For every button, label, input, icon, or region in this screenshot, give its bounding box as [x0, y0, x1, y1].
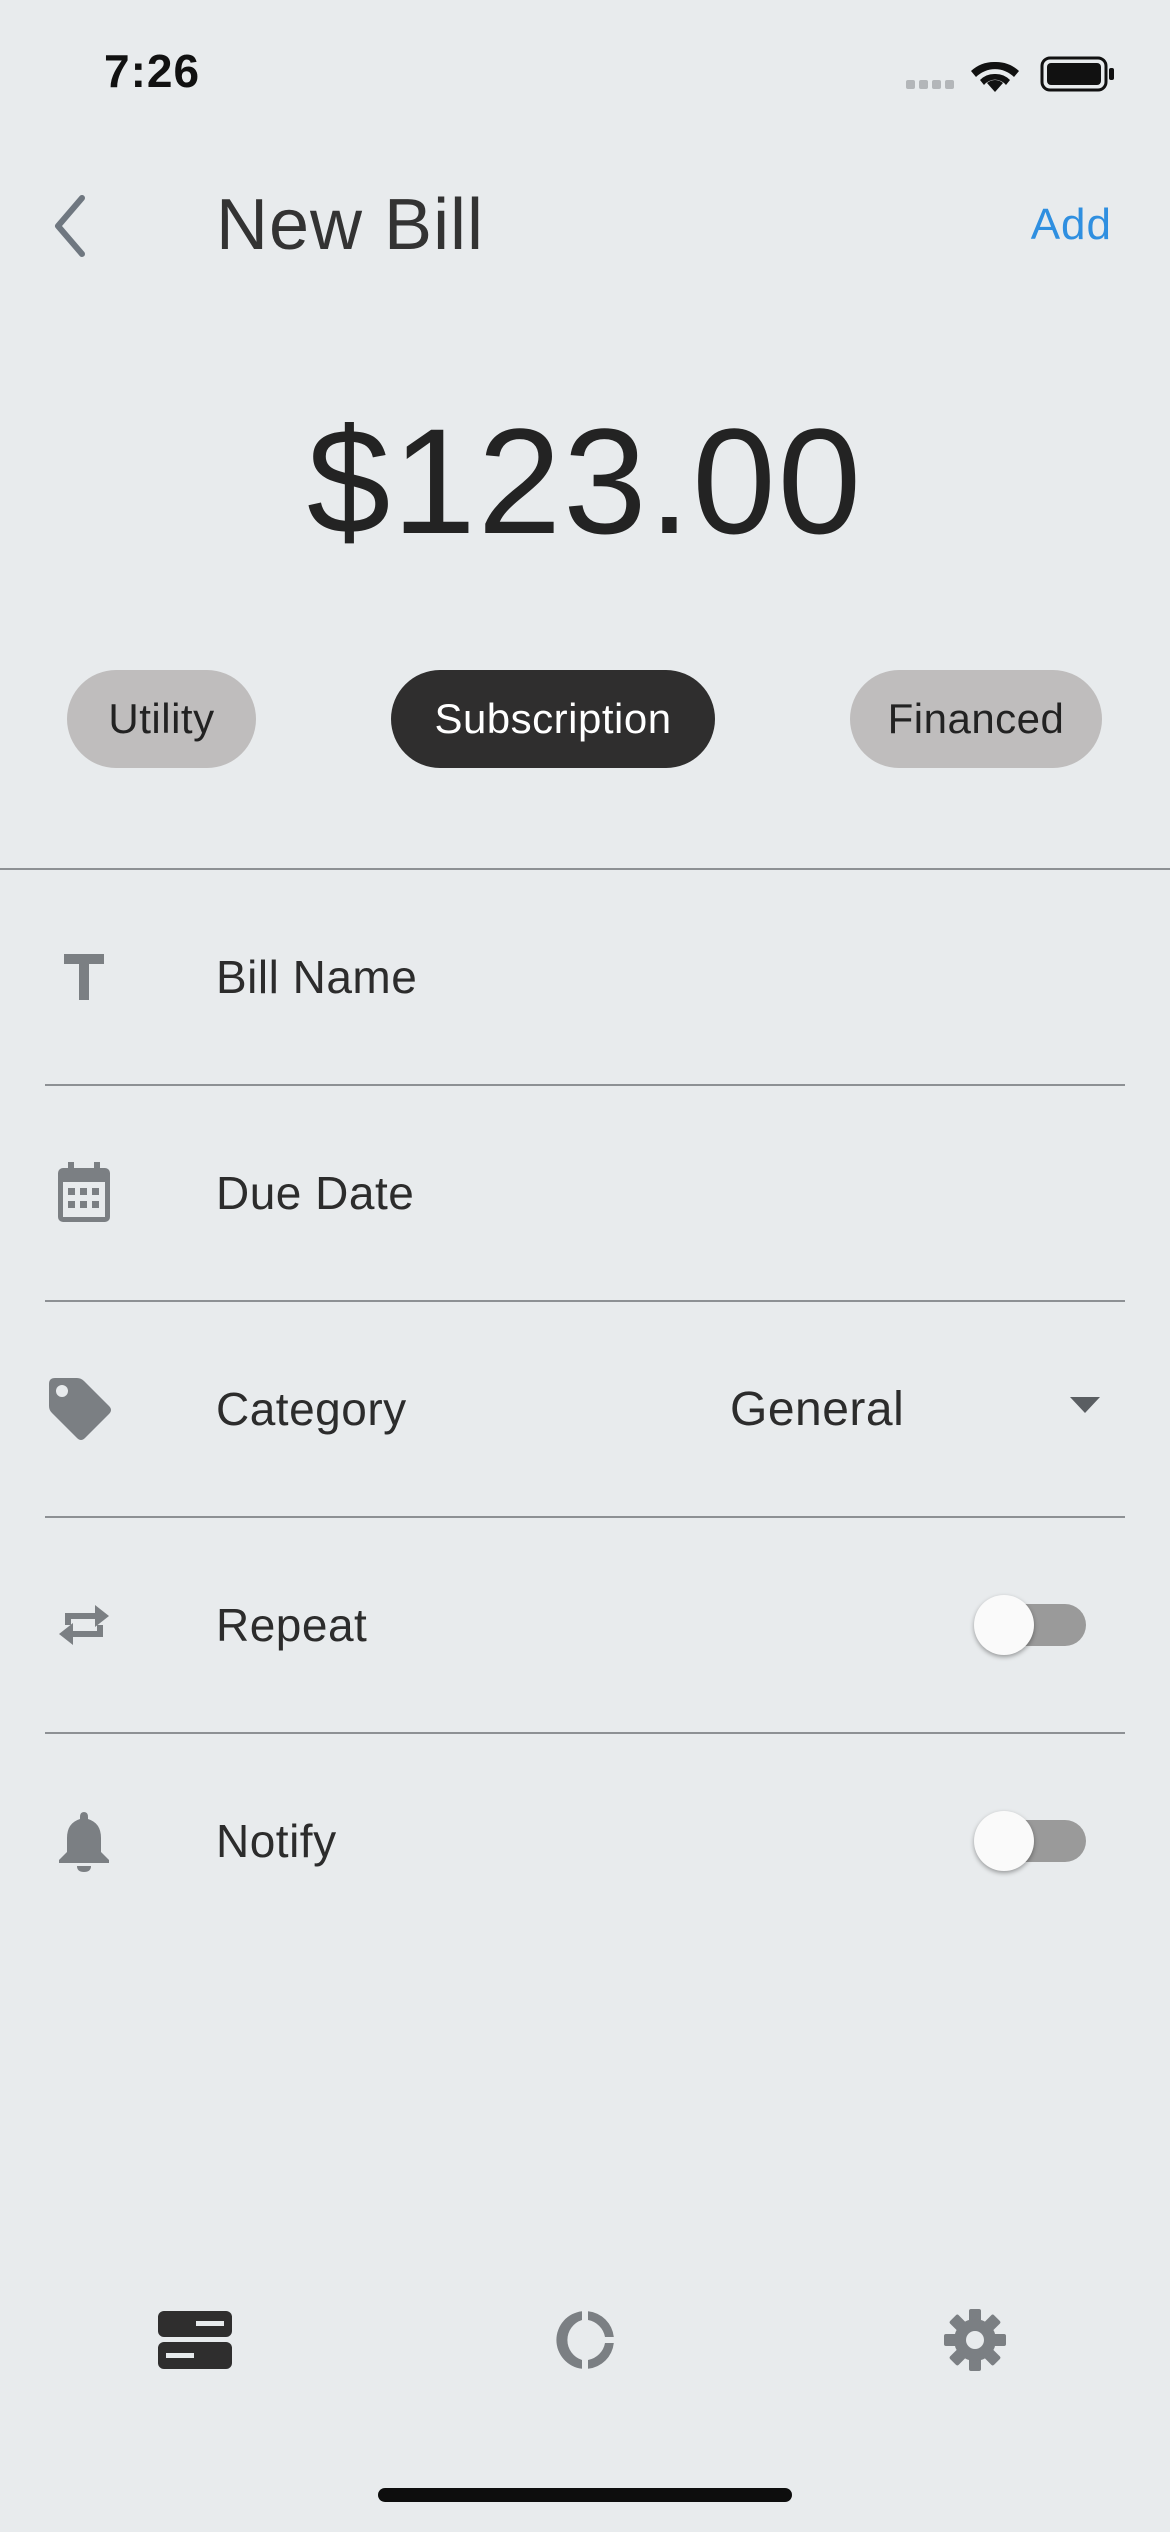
bill-name-placeholder: Bill Name: [216, 951, 418, 1003]
nav-bar: New Bill Add: [0, 160, 1170, 290]
cellular-signal-icon: [906, 80, 958, 92]
notify-label: Notify: [216, 1815, 337, 1867]
amount-display[interactable]: $123.00: [0, 395, 1170, 568]
tag-icon: [40, 1302, 120, 1516]
page-title: New Bill: [216, 185, 485, 265]
notify-toggle[interactable]: [974, 1734, 1086, 1948]
tab-bills[interactable]: [135, 2290, 255, 2390]
repeat-row: Repeat: [0, 1518, 1170, 1732]
donut-chart-icon: [556, 2311, 614, 2369]
toggle-thumb: [974, 1811, 1034, 1871]
home-indicator: [378, 2488, 792, 2502]
gear-icon: [944, 2309, 1006, 2371]
chevron-down-icon: [1070, 1397, 1100, 1413]
due-date-placeholder: Due Date: [216, 1167, 415, 1219]
notify-row: Notify: [0, 1734, 1170, 1948]
status-time: 7:26: [104, 45, 201, 97]
text-icon: [44, 870, 124, 1084]
tab-settings[interactable]: [915, 2290, 1035, 2390]
chip-utility[interactable]: Utility: [67, 670, 256, 768]
category-dropdown[interactable]: General: [730, 1302, 1110, 1516]
chip-financed[interactable]: Financed: [850, 670, 1102, 768]
tab-bar: [0, 2290, 1170, 2390]
status-bar: 7:26: [0, 0, 1170, 140]
bill-name-field[interactable]: Bill Name: [0, 870, 1170, 1084]
due-date-field[interactable]: Due Date: [0, 1086, 1170, 1300]
chevron-left-icon: [55, 195, 85, 257]
wifi-icon: [971, 61, 1019, 92]
category-value: General: [730, 1382, 905, 1436]
bills-list-icon: [158, 2311, 232, 2369]
toggle-thumb: [974, 1595, 1034, 1655]
category-row: Category General: [0, 1302, 1170, 1516]
repeat-icon: [44, 1518, 124, 1732]
chip-subscription[interactable]: Subscription: [391, 670, 715, 768]
category-label: Category: [216, 1383, 407, 1435]
add-button[interactable]: Add: [1031, 200, 1112, 250]
tab-overview[interactable]: [525, 2290, 645, 2390]
bell-icon: [44, 1734, 124, 1948]
repeat-toggle[interactable]: [974, 1518, 1086, 1732]
calendar-icon: [44, 1086, 124, 1300]
back-button[interactable]: [30, 186, 110, 266]
repeat-label: Repeat: [216, 1599, 368, 1651]
battery-icon: [1040, 56, 1114, 92]
